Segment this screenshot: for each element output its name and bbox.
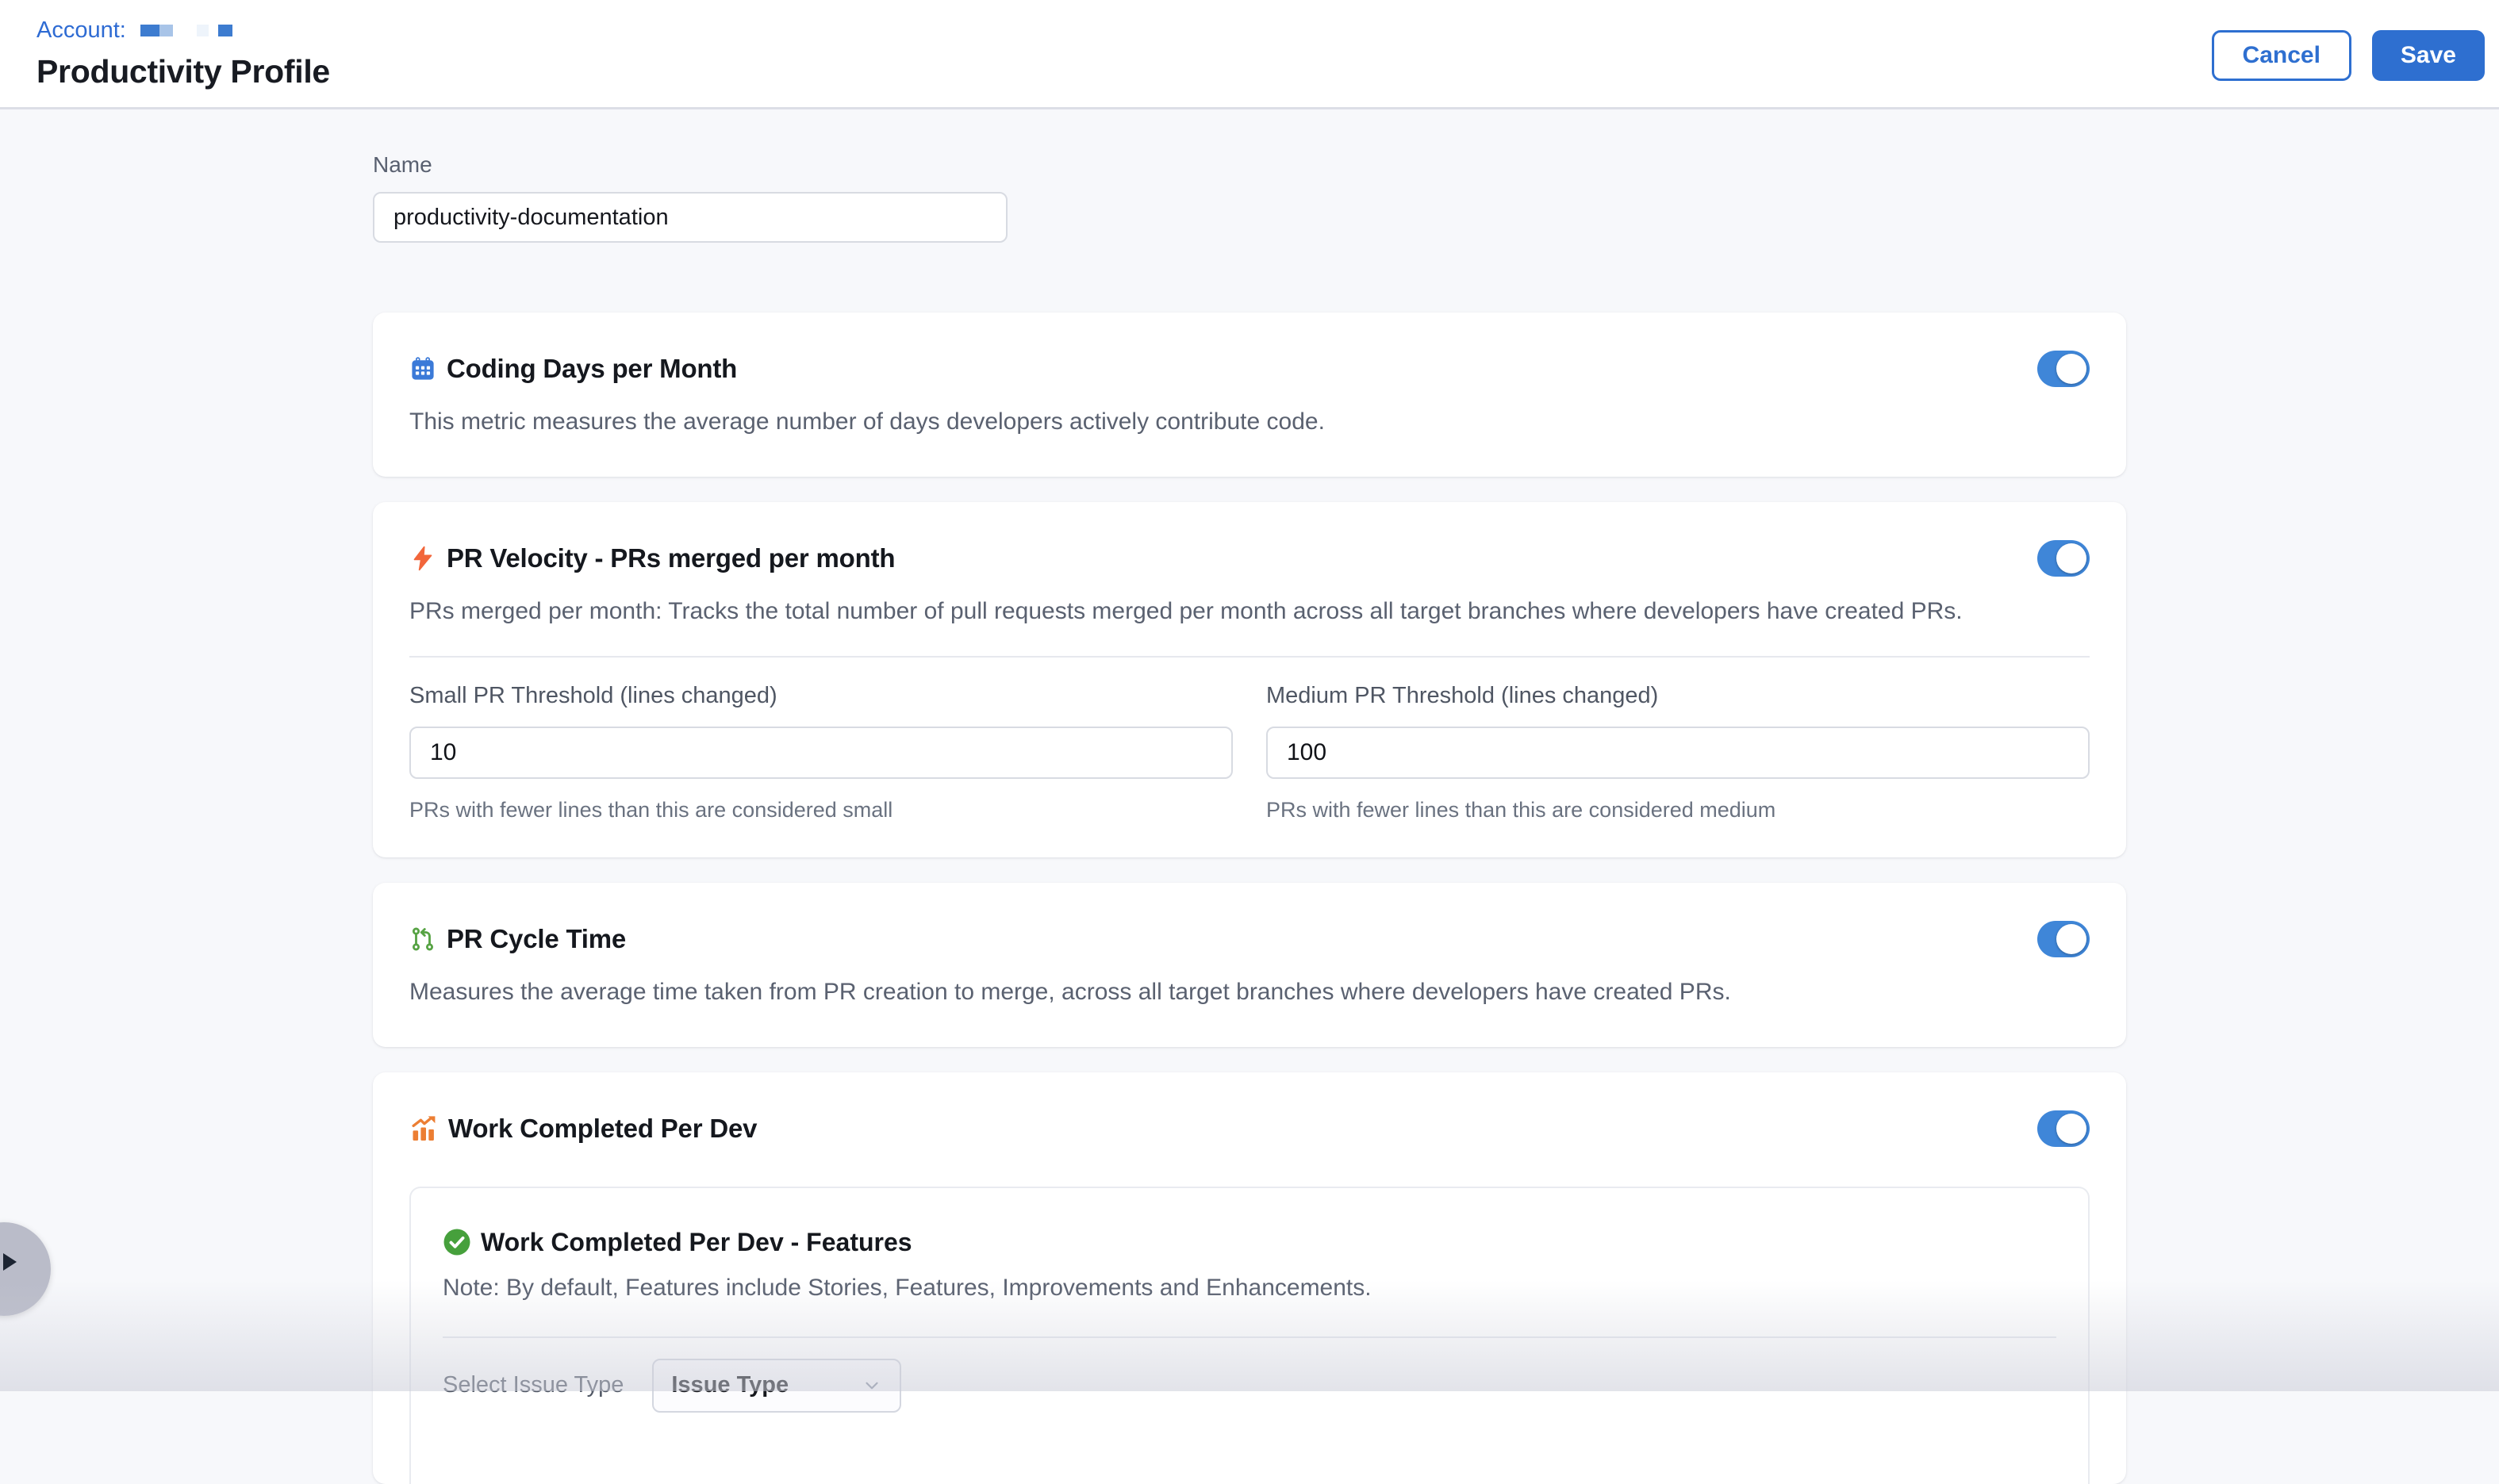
card-header: Work Completed Per Dev — [409, 1110, 2090, 1147]
account-name-redacted — [140, 25, 232, 36]
medium-pr-threshold-input[interactable] — [1266, 727, 2090, 779]
card-pr-velocity: PR Velocity - PRs merged per month PRs m… — [373, 502, 2126, 858]
toggle-knob — [2056, 354, 2086, 384]
issue-type-select-value: Issue Type — [671, 1372, 789, 1398]
check-circle-icon — [443, 1228, 471, 1256]
account-label: Account: — [36, 17, 126, 44]
work-completed-toggle[interactable] — [2037, 1110, 2090, 1147]
sub-panel-title: Work Completed Per Dev - Features — [481, 1228, 912, 1257]
small-pr-threshold-group: Small PR Threshold (lines changed) PRs w… — [409, 683, 1233, 823]
card-description: PRs merged per month: Tracks the total n… — [409, 596, 2090, 628]
pull-request-icon — [409, 926, 436, 953]
card-pr-cycle-time: PR Cycle Time Measures the average time … — [373, 883, 2126, 1047]
features-note: Note: By default, Features include Stori… — [443, 1275, 2056, 1302]
card-header: Coding Days per Month — [409, 351, 2090, 387]
section-divider — [443, 1336, 2056, 1338]
select-issue-type-label: Select Issue Type — [443, 1372, 624, 1398]
header-actions: Cancel Save — [2212, 30, 2485, 81]
small-pr-threshold-input[interactable] — [409, 727, 1233, 779]
save-button[interactable]: Save — [2372, 30, 2485, 81]
card-coding-days: Coding Days per Month This metric measur… — [373, 313, 2126, 477]
coding-days-toggle[interactable] — [2037, 351, 2090, 387]
toggle-knob — [2056, 543, 2086, 573]
card-description: This metric measures the average number … — [409, 406, 2090, 439]
calendar-icon — [409, 355, 436, 382]
card-header: PR Cycle Time — [409, 921, 2090, 957]
card-work-completed: Work Completed Per Dev Work Completed Pe… — [373, 1072, 2126, 1484]
card-header: PR Velocity - PRs merged per month — [409, 540, 2090, 577]
toggle-knob — [2056, 1114, 2086, 1144]
name-label: Name — [373, 152, 2126, 178]
chevron-down-icon — [862, 1375, 882, 1396]
name-field-group: Name — [373, 152, 2126, 243]
card-description: Measures the average time taken from PR … — [409, 976, 2090, 1009]
redaction-block — [197, 25, 209, 36]
card-title: PR Cycle Time — [447, 924, 626, 954]
issue-type-select[interactable]: Issue Type — [652, 1359, 901, 1413]
name-input[interactable] — [373, 192, 1008, 243]
card-title: Coding Days per Month — [447, 354, 737, 384]
pr-velocity-toggle[interactable] — [2037, 540, 2090, 577]
lightning-bolt-icon — [409, 545, 436, 572]
small-pr-threshold-helper: PRs with fewer lines than this are consi… — [409, 798, 1233, 823]
sub-panel-header: Work Completed Per Dev - Features — [443, 1228, 2056, 1257]
account-breadcrumb[interactable]: Account: — [36, 17, 330, 44]
redaction-block — [218, 25, 232, 36]
redaction-block — [140, 25, 159, 36]
small-pr-threshold-label: Small PR Threshold (lines changed) — [409, 683, 1233, 709]
threshold-fields: Small PR Threshold (lines changed) PRs w… — [409, 658, 2090, 823]
cancel-button[interactable]: Cancel — [2212, 30, 2351, 81]
page-header: Account: Productivity Profile Cancel Sav… — [0, 0, 2499, 109]
sidebar-expand-button[interactable] — [0, 1222, 51, 1316]
card-title: Work Completed Per Dev — [448, 1114, 757, 1144]
pr-cycle-time-toggle[interactable] — [2037, 921, 2090, 957]
header-left: Account: Productivity Profile — [36, 16, 330, 90]
expand-arrow-icon — [3, 1253, 17, 1271]
medium-pr-threshold-helper: PRs with fewer lines than this are consi… — [1266, 798, 2090, 823]
bar-chart-trend-icon — [409, 1114, 438, 1143]
toggle-knob — [2056, 924, 2086, 954]
profile-form: Name — [373, 109, 2126, 1484]
issue-type-row: Select Issue Type Issue Type — [443, 1359, 2056, 1413]
redaction-block — [159, 25, 173, 36]
work-completed-features-panel: Work Completed Per Dev - Features Note: … — [409, 1187, 2090, 1484]
medium-pr-threshold-group: Medium PR Threshold (lines changed) PRs … — [1266, 683, 2090, 823]
medium-pr-threshold-label: Medium PR Threshold (lines changed) — [1266, 683, 2090, 709]
card-title: PR Velocity - PRs merged per month — [447, 543, 895, 573]
page-title: Productivity Profile — [36, 53, 330, 90]
